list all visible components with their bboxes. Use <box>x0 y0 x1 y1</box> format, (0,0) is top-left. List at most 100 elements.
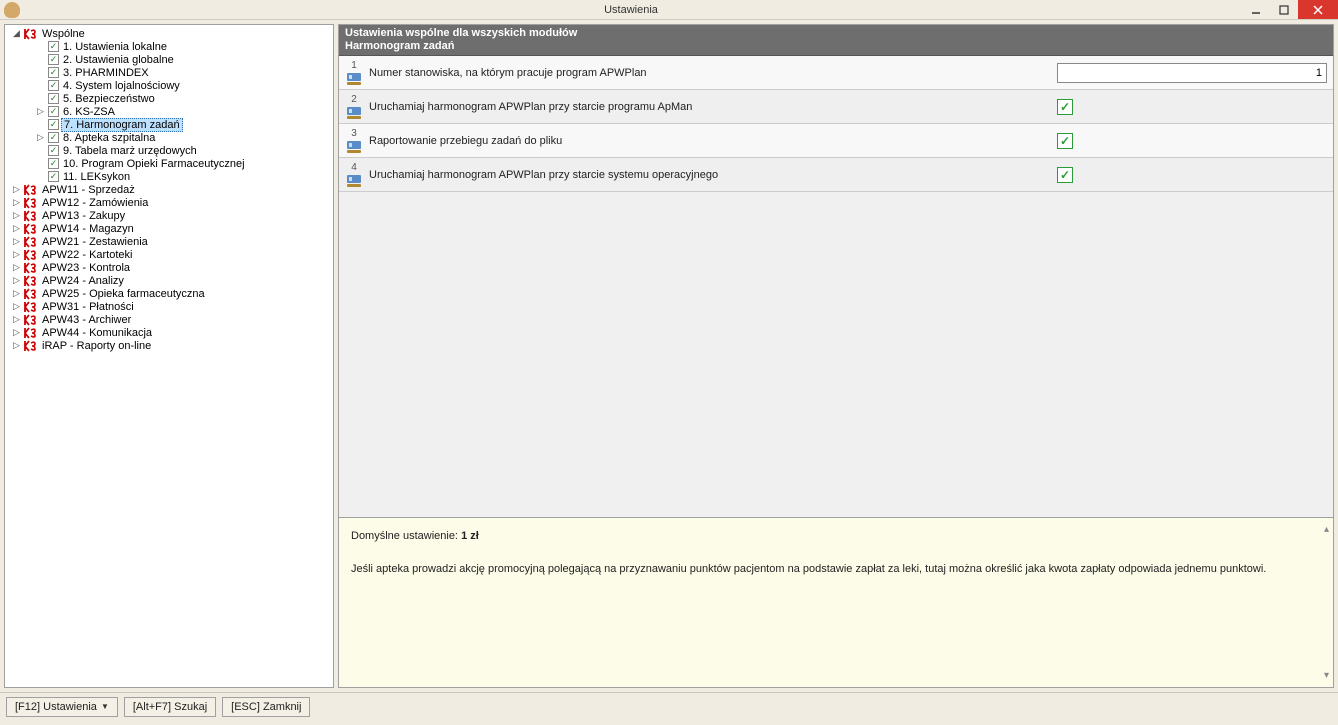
ks-icon <box>24 301 38 313</box>
expander-icon[interactable]: ▷ <box>11 314 22 325</box>
tree-label: APW12 - Zamówienia <box>40 197 150 209</box>
ks-icon <box>24 288 38 300</box>
setting-label: Raportowanie przebiegu zadań do pliku <box>363 135 1057 147</box>
tree-label: APW14 - Magazyn <box>40 223 136 235</box>
tree-module[interactable]: ▷ APW22 - Kartoteki <box>5 248 333 261</box>
window-title: Ustawienia <box>20 4 1242 16</box>
setting-text-input[interactable] <box>1057 63 1327 83</box>
setting-checkbox[interactable] <box>1057 133 1073 149</box>
setting-checkbox[interactable] <box>1057 99 1073 115</box>
workstation-icon <box>347 73 361 85</box>
minimize-button[interactable] <box>1242 0 1270 19</box>
expander-icon[interactable]: ▷ <box>35 106 46 117</box>
tree-module[interactable]: ▷APW24 - Analizy <box>5 274 333 287</box>
tree-item[interactable]: 1. Ustawienia lokalne <box>5 40 333 53</box>
expander-icon[interactable]: ▷ <box>11 327 22 338</box>
expander-icon[interactable]: ◢ <box>11 28 22 39</box>
tree-item[interactable]: 5. Bezpieczeństwo <box>5 92 333 105</box>
ks-icon <box>24 275 38 287</box>
tree-module[interactable]: ▷ APW14 - Magazyn <box>5 222 333 235</box>
footer-settings-button[interactable]: [F12] Ustawienia ▼ <box>6 697 118 717</box>
checkbox-icon[interactable] <box>48 80 59 91</box>
footer-search-button[interactable]: [Alt+F7] Szukaj <box>124 697 216 717</box>
tree-label: 10. Program Opieki Farmaceutycznej <box>61 158 247 170</box>
tree-module[interactable]: ▷iRAP - Raporty on-line <box>5 339 333 352</box>
titlebar: Ustawienia <box>0 0 1338 20</box>
checkbox-icon[interactable] <box>48 132 59 143</box>
setting-row: 2 Uruchamiaj harmonogram APWPlan przy st… <box>339 90 1333 124</box>
tree-label: APW23 - Kontrola <box>40 262 132 274</box>
scroll-down-icon[interactable]: ▾ <box>1324 668 1329 683</box>
tree-item[interactable]: 3. PHARMINDEX <box>5 66 333 79</box>
expander-icon[interactable]: ▷ <box>11 223 22 234</box>
close-button[interactable] <box>1298 0 1338 19</box>
tree-module[interactable]: ▷APW21 - Zestawienia <box>5 235 333 248</box>
default-setting-line: Domyślne ustawienie: 1 zł <box>351 528 1321 545</box>
checkbox-icon[interactable] <box>48 158 59 169</box>
tree-item[interactable]: ▷6. KS-ZSA <box>5 105 333 118</box>
expander-icon[interactable]: ▷ <box>11 197 22 208</box>
footer-close-button[interactable]: [ESC] Zamknij <box>222 697 310 717</box>
expander-icon[interactable]: ▷ <box>11 184 22 195</box>
tree-module[interactable]: ▷ APW12 - Zamówienia <box>5 196 333 209</box>
tree-item[interactable]: 10. Program Opieki Farmaceutycznej <box>5 157 333 170</box>
tree-module[interactable]: ▷APW13 - Zakupy <box>5 209 333 222</box>
tree-label: 8. Apteka szpitalna <box>61 132 157 144</box>
tree-label: APW22 - Kartoteki <box>40 249 134 261</box>
tree-module[interactable]: ▷ APW31 - Płatności <box>5 300 333 313</box>
checkbox-icon[interactable] <box>48 119 59 130</box>
settings-rows: 1 Numer stanowiska, na którym pracuje pr… <box>339 56 1333 517</box>
tree-item[interactable]: 9. Tabela marż urzędowych <box>5 144 333 157</box>
tree-root-wspolne[interactable]: ◢ Wspólne <box>5 27 333 40</box>
checkbox-icon[interactable] <box>48 54 59 65</box>
tree-module[interactable]: ▷ APW43 - Archiwer <box>5 313 333 326</box>
tree-item[interactable]: 2. Ustawienia globalne <box>5 53 333 66</box>
tree-module[interactable]: ▷APW44 - Komunikacja <box>5 326 333 339</box>
chevron-down-icon: ▼ <box>101 702 109 711</box>
settings-panel: Ustawienia wspólne dla wszyskich modułów… <box>338 24 1334 518</box>
expander-icon[interactable]: ▷ <box>11 340 22 351</box>
tree-item[interactable]: ▷ 8. Apteka szpitalna <box>5 131 333 144</box>
expander-icon[interactable]: ▷ <box>11 249 22 260</box>
tree-module[interactable]: ▷APW25 - Opieka farmaceutyczna <box>5 287 333 300</box>
footer-settings-label: [F12] Ustawienia <box>15 701 97 713</box>
checkbox-icon[interactable] <box>48 171 59 182</box>
checkbox-icon[interactable] <box>48 93 59 104</box>
expander-icon[interactable]: ▷ <box>11 288 22 299</box>
checkbox-icon[interactable] <box>48 41 59 52</box>
setting-checkbox[interactable] <box>1057 167 1073 183</box>
workstation-icon <box>347 141 361 153</box>
settings-header-line1: Ustawienia wspólne dla wszyskich modułów <box>345 27 1327 40</box>
tree-module[interactable]: ▷APW11 - Sprzedaż <box>5 183 333 196</box>
tree-item[interactable]: 4. System lojalnościowy <box>5 79 333 92</box>
expander-icon[interactable]: ▷ <box>11 275 22 286</box>
scroll-up-icon[interactable]: ▴ <box>1324 522 1329 537</box>
footer-search-label: [Alt+F7] Szukaj <box>133 701 207 713</box>
expander-icon[interactable]: ▷ <box>11 301 22 312</box>
tree-label: APW43 - Archiwer <box>40 314 133 326</box>
tree-label: APW31 - Płatności <box>40 301 136 313</box>
row-number: 2 <box>351 94 357 105</box>
expander-icon[interactable]: ▷ <box>11 210 22 221</box>
expander-icon[interactable]: ▷ <box>11 236 22 247</box>
maximize-button[interactable] <box>1270 0 1298 19</box>
tree-module[interactable]: ▷ APW23 - Kontrola <box>5 261 333 274</box>
tree-label: 1. Ustawienia lokalne <box>61 41 169 53</box>
checkbox-icon[interactable] <box>48 67 59 78</box>
ks-icon <box>24 249 38 261</box>
default-value: 1 zł <box>461 530 479 542</box>
checkbox-icon[interactable] <box>48 106 59 117</box>
tree-item[interactable]: 11. LEKsykon <box>5 170 333 183</box>
tree-label: 9. Tabela marż urzędowych <box>61 145 199 157</box>
window-buttons <box>1242 0 1338 19</box>
info-body: Jeśli apteka prowadzi akcję promocyjną p… <box>351 561 1321 578</box>
expander-icon[interactable]: ▷ <box>11 262 22 273</box>
expander-icon[interactable]: ▷ <box>35 132 46 143</box>
tree-panel[interactable]: ◢ Wspólne 1. Ustawienia lokalne 2. Ustaw… <box>4 24 334 688</box>
tree-item-selected[interactable]: 7. Harmonogram zadań <box>5 118 333 131</box>
ks-icon <box>24 327 38 339</box>
checkbox-icon[interactable] <box>48 145 59 156</box>
ks-icon <box>24 210 38 222</box>
setting-label: Uruchamiaj harmonogram APWPlan przy star… <box>363 169 1057 181</box>
info-panel: ▴ ▾ Domyślne ustawienie: 1 zł Jeśli apte… <box>338 518 1334 688</box>
